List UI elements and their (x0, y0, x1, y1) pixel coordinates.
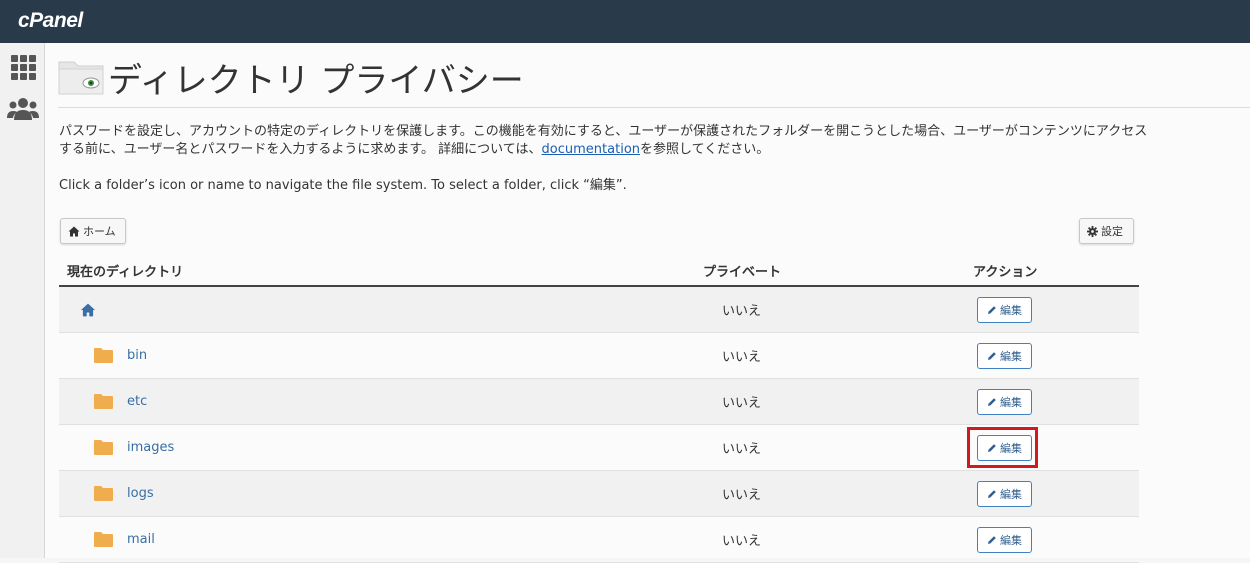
pencil-icon (988, 398, 996, 406)
header-private: プライベート (703, 265, 782, 280)
pencil-icon (988, 490, 996, 498)
edit-button-label: 編集 (1000, 534, 1022, 547)
home-button[interactable]: ホーム (60, 218, 126, 244)
navigation-hint: Click a folder’s icon or name to navigat… (59, 178, 627, 193)
folder-eye-icon (58, 61, 104, 95)
table-row: bin いいえ 編集 (59, 333, 1139, 379)
page-header: ディレクトリ プライバシー (58, 57, 1250, 108)
settings-button-label: 設定 (1101, 225, 1123, 238)
folder-icon[interactable] (94, 440, 113, 455)
top-bar: cPanel (0, 0, 1250, 43)
edit-button-label: 編集 (1000, 304, 1022, 317)
pencil-icon (988, 306, 996, 314)
edit-button[interactable]: 編集 (977, 297, 1032, 323)
private-status: いいえ (722, 396, 762, 411)
folder-icon[interactable] (94, 394, 113, 409)
home-button-label: ホーム (83, 225, 116, 238)
folder-name-link[interactable]: logs (127, 486, 154, 501)
home-icon (68, 226, 80, 236)
home-directory-link[interactable] (80, 287, 96, 332)
table-row: etc いいえ 編集 (59, 379, 1139, 425)
table-header: 現在のディレクトリ プライベート アクション (59, 253, 1139, 287)
main-content: ディレクトリ プライバシー パスワードを設定し、アカウントの特定のディレクトリを… (45, 43, 1250, 563)
users-icon[interactable] (7, 96, 39, 122)
edit-button[interactable]: 編集 (977, 343, 1032, 369)
private-status: いいえ (722, 304, 762, 319)
pencil-icon (988, 536, 996, 544)
table-row: mail いいえ 編集 (59, 517, 1139, 563)
edit-button[interactable]: 編集 (977, 389, 1032, 415)
settings-button[interactable]: 設定 (1079, 218, 1134, 244)
edit-button[interactable]: 編集 (977, 527, 1032, 553)
header-directory: 現在のディレクトリ (67, 265, 184, 280)
gear-icon (1087, 225, 1098, 237)
documentation-link[interactable]: documentation (542, 142, 640, 157)
description-text-end: を参照してください。 (640, 142, 770, 157)
edit-button[interactable]: 編集 (977, 481, 1032, 507)
edit-button-label: 編集 (1000, 350, 1022, 363)
folder-icon[interactable] (94, 348, 113, 363)
highlight-box (967, 427, 1038, 468)
grid-icon[interactable] (9, 54, 37, 80)
folder-icon[interactable] (94, 486, 113, 501)
edit-button-label: 編集 (1000, 488, 1022, 501)
edit-button-label: 編集 (1000, 396, 1022, 409)
table-row-home: いいえ 編集 (59, 287, 1139, 333)
header-action: アクション (973, 265, 1038, 280)
directory-table: 現在のディレクトリ プライベート アクション いいえ 編集 bin いいえ 編集… (59, 253, 1139, 563)
folder-name-link[interactable]: etc (127, 394, 147, 409)
cpanel-logo[interactable]: cPanel (18, 9, 83, 33)
private-status: いいえ (722, 488, 762, 503)
home-icon[interactable] (80, 303, 96, 317)
sidebar (0, 43, 45, 558)
table-row: logs いいえ 編集 (59, 471, 1139, 517)
page-title: ディレクトリ プライバシー (108, 61, 524, 101)
pencil-icon (988, 352, 996, 360)
folder-name-link[interactable]: images (127, 440, 174, 455)
page-description: パスワードを設定し、アカウントの特定のディレクトリを保護します。この機能を有効に… (59, 123, 1149, 159)
private-status: いいえ (722, 442, 762, 457)
private-status: いいえ (722, 534, 762, 549)
folder-name-link[interactable]: bin (127, 348, 147, 363)
folder-name-link[interactable]: mail (127, 532, 155, 547)
folder-icon[interactable] (94, 532, 113, 547)
private-status: いいえ (722, 350, 762, 365)
